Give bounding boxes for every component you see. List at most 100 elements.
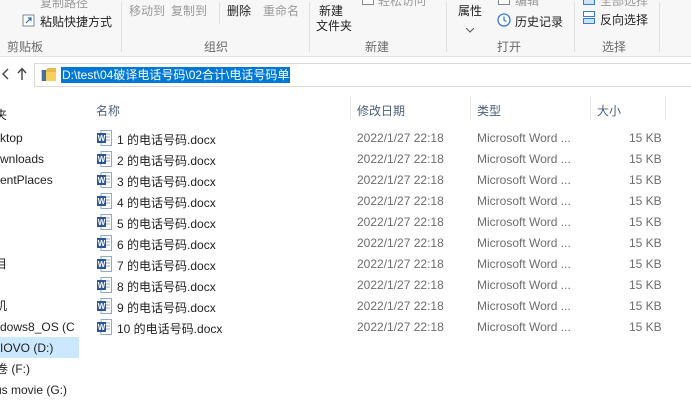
ribbon-separator: [309, 2, 310, 52]
history-button[interactable]: 历史记录: [515, 13, 563, 30]
file-name[interactable]: 6 的电话号码.docx: [117, 236, 216, 253]
svg-text:W: W: [98, 323, 106, 332]
ribbon-separator: [574, 2, 575, 52]
svg-text:W: W: [98, 260, 106, 269]
easy-access-button[interactable]: 轻松访问: [378, 0, 426, 9]
folder-icon: [40, 67, 57, 82]
word-document-icon: W: [97, 256, 112, 272]
word-document-icon: W: [97, 151, 112, 167]
file-row[interactable]: W 8 的电话号码.docx 2022/1/27 22:18 Microsoft…: [90, 275, 665, 296]
rename-button[interactable]: 重命名: [263, 2, 299, 19]
copy-to-button[interactable]: 复制到: [171, 2, 207, 19]
svg-text:W: W: [98, 134, 106, 143]
file-modified: 2022/1/27 22:18: [357, 278, 444, 292]
file-size: 15 KB: [629, 194, 662, 208]
column-header-type[interactable]: 类型: [477, 102, 501, 119]
nav-item-drive-c[interactable]: dows8_OS (C: [0, 318, 75, 336]
file-modified: 2022/1/27 22:18: [357, 299, 444, 313]
column-divider[interactable]: [350, 96, 351, 120]
file-type: Microsoft Word ...: [477, 299, 571, 313]
file-row[interactable]: W 1 的电话号码.docx 2022/1/27 22:18 Microsoft…: [90, 128, 665, 149]
column-header-name[interactable]: 名称: [96, 102, 120, 119]
file-row[interactable]: W 4 的电话号码.docx 2022/1/27 22:18 Microsoft…: [90, 191, 665, 212]
file-modified: 2022/1/27 22:18: [357, 131, 444, 145]
easy-access-icon: [362, 0, 374, 5]
svg-text:W: W: [98, 302, 106, 311]
nav-item-computer[interactable]: 机: [0, 297, 7, 315]
word-document-icon: W: [97, 319, 112, 335]
file-size: 15 KB: [629, 152, 662, 166]
file-name[interactable]: 5 的电话号码.docx: [117, 215, 216, 232]
nav-item-drive-f[interactable]: 卷 (F:): [0, 360, 30, 378]
file-name[interactable]: 1 的电话号码.docx: [117, 131, 216, 148]
copy-path-button[interactable]: 复制路径: [40, 0, 88, 11]
select-all-button[interactable]: 全部选择: [600, 0, 648, 9]
back-arrow-icon[interactable]: [1, 68, 9, 80]
word-document-icon: W: [97, 298, 112, 314]
address-path-text[interactable]: D:\test\04破译电话号码\02合计\电话号码单: [61, 67, 291, 83]
word-document-icon: W: [97, 214, 112, 230]
svg-text:W: W: [98, 155, 106, 164]
ribbon-separator: [659, 2, 660, 52]
column-divider[interactable]: [470, 96, 471, 120]
nav-item-desktop[interactable]: ktop: [0, 129, 23, 147]
file-name[interactable]: 2 的电话号码.docx: [117, 152, 216, 169]
file-modified: 2022/1/27 22:18: [357, 194, 444, 208]
file-row[interactable]: W 6 的电话号码.docx 2022/1/27 22:18 Microsoft…: [90, 233, 665, 254]
word-document-icon: W: [97, 172, 112, 188]
nav-item-recent-places[interactable]: entPlaces: [0, 171, 53, 189]
nav-item-drive-g[interactable]: us movie (G:): [0, 381, 67, 399]
word-document-icon: W: [97, 130, 112, 146]
file-name[interactable]: 10 的电话号码.docx: [117, 320, 222, 337]
select-all-icon: [583, 0, 595, 5]
nav-item[interactable]: 夹: [0, 106, 7, 124]
file-row[interactable]: W 2 的电话号码.docx 2022/1/27 22:18 Microsoft…: [90, 149, 665, 170]
file-row[interactable]: W 9 的电话号码.docx 2022/1/27 22:18 Microsoft…: [90, 296, 665, 317]
organize-group-label: 组织: [203, 40, 228, 54]
edit-icon: [498, 0, 510, 5]
delete-button[interactable]: 删除: [227, 2, 251, 19]
file-name[interactable]: 9 的电话号码.docx: [117, 299, 216, 316]
invert-selection-button[interactable]: 反向选择: [600, 11, 648, 28]
file-name[interactable]: 7 的电话号码.docx: [117, 257, 216, 274]
file-modified: 2022/1/27 22:18: [357, 236, 444, 250]
ribbon-separator: [219, 2, 220, 24]
file-modified: 2022/1/27 22:18: [357, 215, 444, 229]
file-row[interactable]: W 7 的电话号码.docx 2022/1/27 22:18 Microsoft…: [90, 254, 665, 275]
column-divider[interactable]: [665, 96, 666, 120]
move-to-button[interactable]: 移动到: [129, 2, 165, 19]
nav-item-downloads[interactable]: wnloads: [0, 150, 44, 168]
up-arrow-icon[interactable]: [17, 67, 27, 81]
file-type: Microsoft Word ...: [477, 257, 571, 271]
column-header-size[interactable]: 大小: [597, 102, 621, 119]
column-header-modified[interactable]: 修改日期: [357, 102, 405, 119]
properties-dropdown-icon[interactable]: [465, 22, 475, 33]
new-folder-button-line2[interactable]: 文件夹: [316, 17, 352, 34]
file-name[interactable]: 8 的电话号码.docx: [117, 278, 216, 295]
file-row[interactable]: W 10 的电话号码.docx 2022/1/27 22:18 Microsof…: [90, 317, 665, 338]
file-type: Microsoft Word ...: [477, 194, 571, 208]
file-modified: 2022/1/27 22:18: [357, 320, 444, 334]
open-group-label: 打开: [496, 40, 521, 54]
paste-shortcut-button[interactable]: 粘贴快捷方式: [40, 13, 112, 30]
file-row[interactable]: W 3 的电话号码.docx 2022/1/27 22:18 Microsoft…: [90, 170, 665, 191]
column-divider[interactable]: [590, 96, 591, 120]
svg-text:W: W: [98, 197, 106, 206]
nav-item[interactable]: 目: [0, 255, 7, 273]
history-icon: [497, 13, 511, 27]
properties-button[interactable]: 属性: [458, 2, 482, 19]
file-type: Microsoft Word ...: [477, 152, 571, 166]
clipboard-group-label: 剪贴板: [6, 40, 43, 54]
file-size: 15 KB: [629, 131, 662, 145]
file-modified: 2022/1/27 22:18: [357, 152, 444, 166]
word-document-icon: W: [97, 277, 112, 293]
file-size: 15 KB: [629, 299, 662, 313]
nav-item-drive-d[interactable]: IOVO (D:): [0, 339, 53, 357]
file-name[interactable]: 4 的电话号码.docx: [117, 194, 216, 211]
new-group-label: 新建: [364, 40, 389, 54]
file-modified: 2022/1/27 22:18: [357, 257, 444, 271]
file-modified: 2022/1/27 22:18: [357, 173, 444, 187]
file-name[interactable]: 3 的电话号码.docx: [117, 173, 216, 190]
edit-button[interactable]: 编辑: [515, 0, 539, 9]
file-row[interactable]: W 5 的电话号码.docx 2022/1/27 22:18 Microsoft…: [90, 212, 665, 233]
